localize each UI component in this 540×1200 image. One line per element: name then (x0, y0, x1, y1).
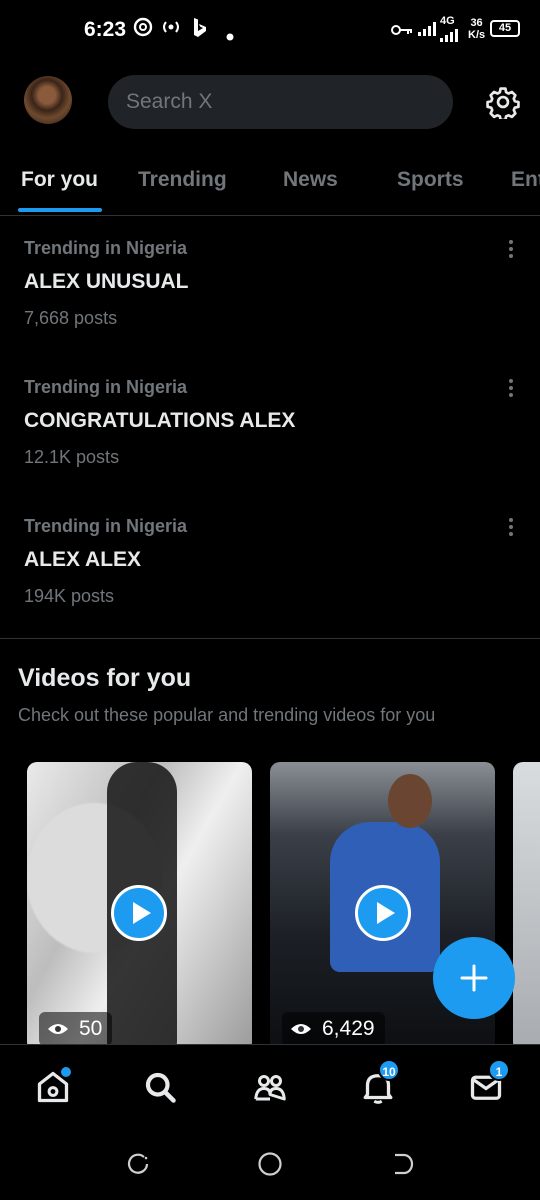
play-icon[interactable] (355, 885, 411, 941)
system-navigation-bar (0, 1128, 540, 1200)
vpn-key-icon (391, 22, 413, 42)
section-divider (0, 638, 540, 639)
trend-post-count: 12.1K posts (24, 447, 120, 467)
trend-name: CONGRATULATIONS ALEX (24, 409, 296, 432)
network-speed: 36 K/s (468, 17, 486, 41)
dot-icon (226, 26, 234, 46)
more-options-icon[interactable] (508, 518, 514, 538)
communities-icon[interactable] (252, 1069, 288, 1105)
more-options-icon[interactable] (508, 379, 514, 399)
play-icon[interactable] (111, 885, 167, 941)
trend-item[interactable]: Trending in Nigeria CONGRATULATIONS ALEX… (0, 377, 540, 507)
eye-icon (48, 1024, 68, 1034)
recent-apps-icon[interactable] (126, 1152, 150, 1181)
home-icon[interactable] (35, 1067, 71, 1105)
trend-post-count: 194K posts (24, 586, 115, 606)
trend-item[interactable]: Trending in Nigeria ALEX ALEX 194K posts (0, 516, 540, 646)
eye-icon (291, 1024, 311, 1034)
tab-trending[interactable]: Trending (138, 168, 227, 192)
threads-icon (133, 17, 153, 42)
view-count: 50 (39, 1012, 113, 1046)
hotspot-icon (160, 17, 182, 42)
trend-post-count: 7,668 posts (24, 308, 118, 328)
videos-section-title: Videos for you (18, 664, 192, 692)
video-card[interactable] (513, 762, 540, 1052)
tab-sports[interactable]: Sports (397, 168, 464, 192)
view-count-value: 6,429 (322, 1017, 375, 1040)
active-tab-indicator (18, 208, 102, 212)
trend-name: ALEX UNUSUAL (24, 270, 189, 293)
bing-icon (192, 17, 208, 45)
bottom-navigation: 10 1 (0, 1044, 540, 1128)
view-count-value: 50 (79, 1017, 103, 1040)
messages-badge: 1 (488, 1059, 510, 1081)
search-placeholder: Search X (126, 90, 213, 113)
home-unread-dot (61, 1067, 71, 1077)
status-time: 6:23 (84, 18, 127, 41)
trend-item[interactable]: Trending in Nigeria ALEX UNUSUAL 7,668 p… (0, 238, 540, 368)
search-icon[interactable] (142, 1069, 178, 1105)
avatar[interactable] (24, 76, 72, 124)
network-type-icon: 4G (440, 16, 458, 42)
trend-name: ALEX ALEX (24, 548, 142, 571)
plus-icon (460, 964, 488, 992)
back-icon[interactable] (392, 1152, 414, 1181)
view-count: 6,429 (282, 1012, 385, 1046)
compose-post-button[interactable] (433, 937, 515, 1019)
search-input[interactable]: Search X (108, 75, 453, 129)
signal-icon (418, 22, 436, 36)
video-card[interactable]: 50 (27, 762, 252, 1052)
messages-icon[interactable]: 1 (468, 1059, 510, 1105)
home-button-icon[interactable] (257, 1151, 283, 1182)
explore-tabs: For you Trending News Sports Ent (0, 150, 540, 216)
more-options-icon[interactable] (508, 240, 514, 260)
settings-gear-icon[interactable] (486, 85, 520, 122)
tab-news[interactable]: News (283, 168, 338, 192)
notifications-icon[interactable]: 10 (360, 1059, 400, 1105)
trend-context: Trending in Nigeria (24, 238, 188, 258)
battery-icon: 45 (490, 20, 520, 37)
tab-entertainment[interactable]: Ent (511, 168, 540, 192)
tab-for-you[interactable]: For you (21, 168, 98, 192)
notifications-badge: 10 (378, 1059, 400, 1081)
video-thumbnail-face (388, 774, 432, 828)
status-bar: 6:23 4G 36 K/s 45 (0, 0, 540, 62)
trend-context: Trending in Nigeria (24, 516, 188, 536)
videos-section-subtitle: Check out these popular and trending vid… (18, 705, 436, 725)
trend-context: Trending in Nigeria (24, 377, 188, 397)
